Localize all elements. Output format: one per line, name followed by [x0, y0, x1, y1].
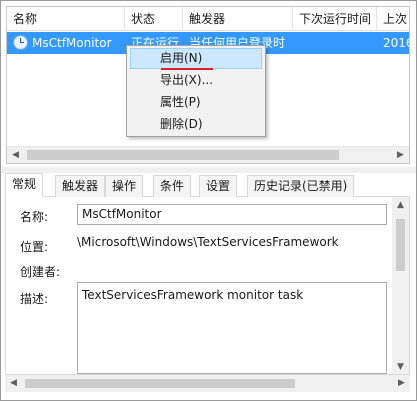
column-status[interactable]: 状态 — [125, 7, 183, 31]
location-label: 位置: — [20, 240, 49, 254]
column-header: 名称 状态 触发器 下次运行时间 上次 — [7, 7, 409, 31]
scroll-thumb[interactable] — [396, 219, 405, 271]
clock-icon — [13, 35, 28, 50]
description-label: 描述: — [20, 292, 49, 306]
scroll-thumb[interactable] — [25, 379, 295, 388]
tab-settings[interactable]: 设置 — [199, 175, 238, 197]
tab-triggers[interactable]: 触发器 — [55, 175, 106, 197]
name-label: 名称: — [20, 210, 49, 224]
scroll-right-icon[interactable]: ▶ — [392, 147, 409, 163]
context-menu: 启用(N) 导出(X)... 属性(P) 删除(D) — [126, 45, 266, 137]
menu-item-enable[interactable]: 启用(N) — [130, 48, 262, 70]
column-last-run[interactable]: 上次 — [377, 7, 409, 31]
description-field[interactable]: TextServicesFramework monitor task — [77, 282, 387, 374]
menu-item-properties[interactable]: 属性(P) — [130, 92, 262, 113]
detail-tabs: 常规 触发器 操作 条件 设置 历史记录(已禁用) — [5, 173, 410, 198]
details-horizontal-scrollbar[interactable]: ◀ ▶ — [5, 375, 410, 392]
scroll-down-icon[interactable]: ▼ — [392, 359, 409, 374]
general-panel: 名称: MsCtfMonitor 位置: \Microsoft\Windows\… — [5, 197, 410, 375]
menu-item-label: 启用(N) — [160, 51, 203, 65]
menu-item-delete[interactable]: 删除(D) — [130, 114, 262, 135]
location-value: \Microsoft\Windows\TextServicesFramework — [77, 235, 339, 249]
name-field[interactable]: MsCtfMonitor — [77, 204, 387, 225]
scroll-left-icon[interactable]: ◀ — [7, 147, 24, 163]
column-name[interactable]: 名称 — [7, 7, 125, 31]
scroll-up-icon[interactable]: ▲ — [392, 197, 409, 213]
tab-history[interactable]: 历史记录(已禁用) — [247, 175, 355, 197]
scroll-right-icon[interactable]: ▶ — [393, 375, 410, 392]
task-name: MsCtfMonitor — [32, 36, 112, 50]
column-trigger[interactable]: 触发器 — [183, 7, 293, 31]
menu-item-export[interactable]: 导出(X)... — [130, 70, 262, 91]
task-last-run: 2016 — [383, 36, 409, 50]
tab-conditions[interactable]: 条件 — [153, 175, 192, 197]
details-vertical-scrollbar[interactable]: ▲ ▼ — [392, 197, 409, 374]
scroll-left-icon[interactable]: ◀ — [5, 375, 22, 392]
scroll-thumb[interactable] — [27, 150, 339, 160]
tab-actions[interactable]: 操作 — [105, 175, 144, 197]
column-next-run[interactable]: 下次运行时间 — [293, 7, 377, 31]
author-label: 创建者: — [20, 265, 61, 279]
task-scheduler-window: 名称 状态 触发器 下次运行时间 上次 MsCtfMonitor 正在运行 当任… — [0, 0, 417, 401]
tab-general[interactable]: 常规 — [5, 173, 44, 198]
list-horizontal-scrollbar[interactable]: ◀ ▶ — [7, 146, 409, 163]
